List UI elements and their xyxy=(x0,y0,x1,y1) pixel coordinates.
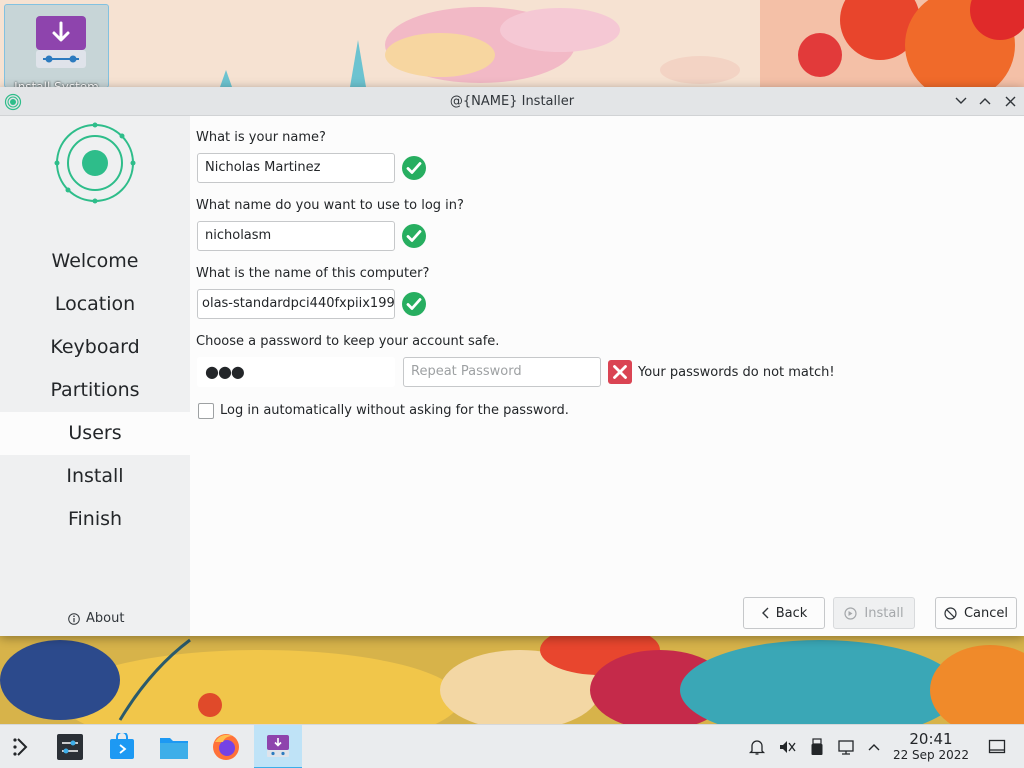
task-installer[interactable] xyxy=(254,725,302,768)
computer-question: What is the name of this computer? xyxy=(196,266,430,281)
autologin-label[interactable]: Log in automatically without asking for … xyxy=(220,403,569,418)
repeat-password-input[interactable]: Repeat Password xyxy=(403,357,601,387)
discover-store-icon xyxy=(110,733,134,759)
password-mismatch-message: Your passwords do not match! xyxy=(638,365,835,380)
full-name-input[interactable]: Nicholas Martinez xyxy=(197,153,395,183)
speaker-muted-icon xyxy=(780,741,796,753)
about-button[interactable]: About xyxy=(68,611,124,626)
network-wired-icon xyxy=(838,740,854,755)
clock-date: 22 Sep 2022 xyxy=(892,748,970,762)
error-icon xyxy=(608,360,632,384)
task-system-settings[interactable] xyxy=(48,725,92,768)
check-circle-icon xyxy=(402,292,426,316)
step-welcome: Welcome xyxy=(51,250,139,272)
info-icon xyxy=(68,612,80,625)
step-users: Users xyxy=(0,412,190,455)
network-tray-icon[interactable] xyxy=(836,737,856,757)
application-launcher-button[interactable] xyxy=(0,725,44,768)
check-circle-icon xyxy=(402,156,426,180)
step-list: Welcome Location Keyboard Partitions Use… xyxy=(0,240,190,541)
cancel-button[interactable]: Cancel xyxy=(935,597,1017,629)
task-firefox[interactable] xyxy=(204,725,248,768)
autologin-checkbox[interactable] xyxy=(198,403,214,419)
task-discover[interactable] xyxy=(100,725,144,768)
desktop-icon-install-system[interactable]: Install System xyxy=(4,4,109,91)
hostname-input[interactable]: olas-standardpci440fxpiix1996 xyxy=(197,289,395,319)
step-partitions: Partitions xyxy=(50,379,140,401)
task-file-manager[interactable] xyxy=(152,725,196,768)
install-label: Install xyxy=(864,605,904,621)
cancel-label: Cancel xyxy=(963,605,1009,621)
step-finish: Finish xyxy=(67,508,123,530)
window-titlebar[interactable]: @{NAME} Installer xyxy=(0,87,1024,116)
firefox-icon xyxy=(213,734,239,760)
back-button[interactable]: Back xyxy=(743,597,825,629)
installer-icon xyxy=(267,735,289,757)
installer-icon xyxy=(36,16,86,68)
users-page: What is your name? Nicholas Martinez Wha… xyxy=(190,116,1024,636)
folder-icon xyxy=(160,738,188,759)
show-desktop-button[interactable] xyxy=(987,737,1007,757)
bell-icon xyxy=(748,740,766,755)
about-label: About xyxy=(86,611,125,626)
notifications-tray-icon[interactable] xyxy=(747,737,767,757)
install-icon xyxy=(844,606,858,620)
chevron-left-icon xyxy=(761,607,769,619)
password-question: Choose a password to keep your account s… xyxy=(196,334,500,349)
sidebar: Welcome Location Keyboard Partitions Use… xyxy=(0,116,190,636)
name-question: What is your name? xyxy=(196,130,326,145)
close-button[interactable] xyxy=(1002,93,1018,109)
distro-logo-icon xyxy=(54,122,136,204)
clock-time: 20:41 xyxy=(909,730,953,748)
show-hidden-icons-button[interactable] xyxy=(864,737,884,757)
show-desktop-icon xyxy=(988,739,1006,754)
minimize-button[interactable] xyxy=(953,93,969,109)
chevron-up-icon xyxy=(868,744,880,751)
chevron-down-icon xyxy=(955,97,967,104)
chevron-up-icon xyxy=(979,98,991,105)
maximize-button[interactable] xyxy=(977,93,993,109)
step-location: Location xyxy=(54,293,136,315)
taskbar: 20:41 22 Sep 2022 xyxy=(0,724,1024,768)
install-button[interactable]: Install xyxy=(833,597,915,629)
digital-clock[interactable]: 20:41 22 Sep 2022 xyxy=(888,731,974,763)
step-keyboard: Keyboard xyxy=(50,336,140,358)
launcher-icon xyxy=(13,738,28,756)
installer-window: @{NAME} Installer Welcome Location Keybo… xyxy=(0,87,1024,636)
settings-icon xyxy=(57,734,83,760)
back-label: Back xyxy=(775,605,808,621)
window-title: @{NAME} Installer xyxy=(449,94,575,109)
usb-drive-icon xyxy=(811,738,823,755)
check-circle-icon xyxy=(402,224,426,248)
removable-devices-tray-icon[interactable] xyxy=(807,737,827,757)
login-name-input[interactable]: nicholasm xyxy=(197,221,395,251)
close-icon xyxy=(1005,96,1015,106)
password-input[interactable]: ●●● xyxy=(197,357,395,387)
login-question: What name do you want to use to log in? xyxy=(196,198,464,213)
volume-tray-icon[interactable] xyxy=(777,737,797,757)
step-install: Install xyxy=(66,465,124,487)
cancel-icon xyxy=(944,606,957,620)
